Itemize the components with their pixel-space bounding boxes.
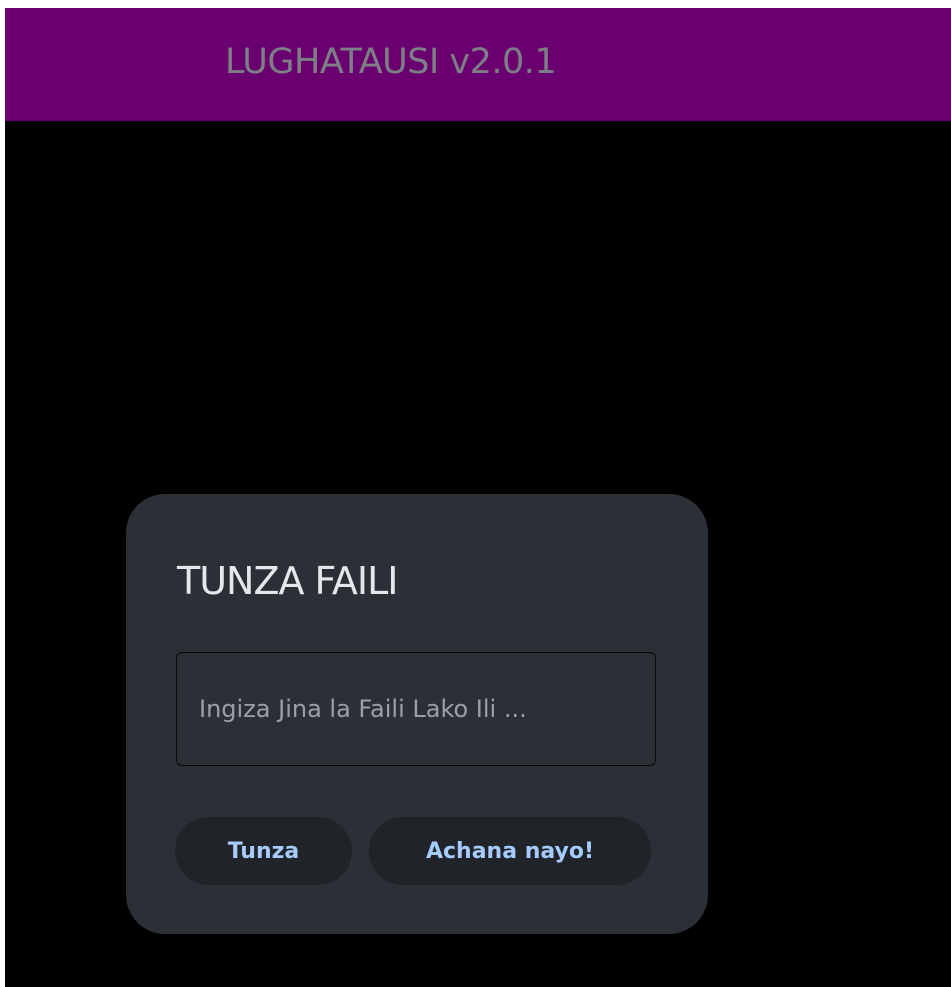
filename-input[interactable]: [176, 652, 656, 766]
dialog-title: TUNZA FAILI: [177, 559, 399, 603]
cancel-button[interactable]: Achana nayo!: [369, 817, 651, 885]
app-header: LUGHATAUSI v2.0.1: [5, 8, 951, 121]
app-title: LUGHATAUSI v2.0.1: [225, 42, 557, 82]
save-button[interactable]: Tunza: [175, 817, 352, 885]
app-window: LUGHATAUSI v2.0.1 TUNZA FAILI Tunza Acha…: [5, 8, 951, 987]
save-file-dialog: TUNZA FAILI Tunza Achana nayo!: [126, 494, 708, 934]
